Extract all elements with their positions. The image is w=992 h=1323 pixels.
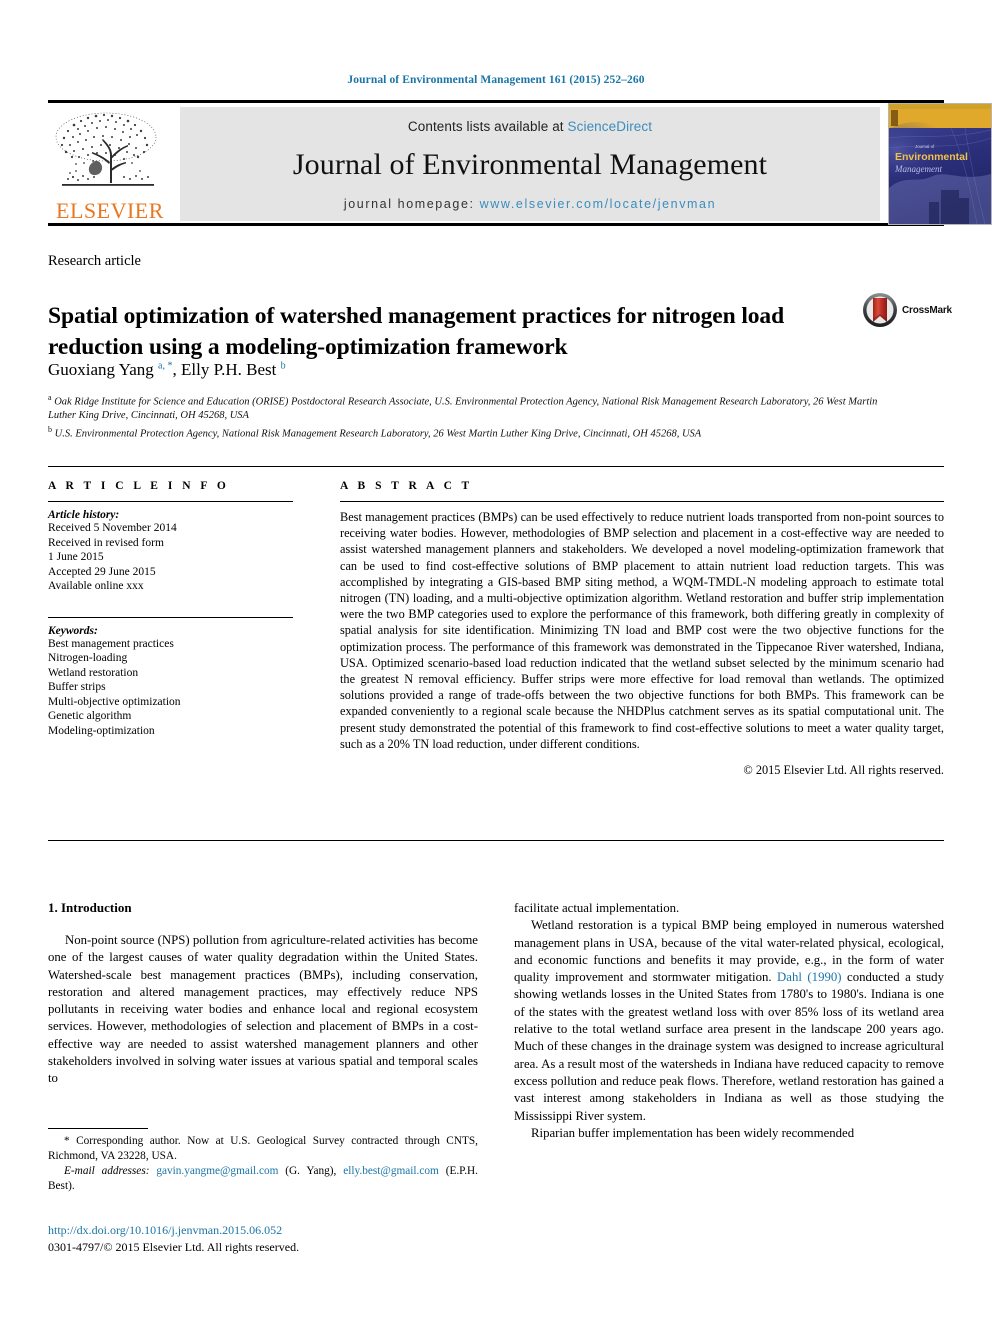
journal-cover-thumbnail[interactable]: Journal of Environmental Management: [888, 103, 992, 225]
article-history-label: Article history:: [48, 509, 120, 521]
crossmark-label: CrossMark: [902, 305, 952, 316]
email-link-yang[interactable]: gavin.yangme@gmail.com: [156, 1165, 278, 1177]
issn-copyright-line: 0301-4797/© 2015 Elsevier Ltd. All right…: [48, 1240, 300, 1254]
elsevier-tree-icon: [55, 112, 157, 186]
masthead-bottom-rule: [48, 223, 944, 226]
masthead-body: ELSEVIER Contents lists available at Sci…: [48, 103, 992, 225]
affiliation-marker-b: b: [48, 424, 52, 434]
body-column-left: 1. Introduction Non-point source (NPS) p…: [48, 900, 478, 1088]
doi-block: http://dx.doi.org/10.1016/j.jenvman.2015…: [48, 1222, 478, 1256]
affiliation-marker-a: a: [48, 393, 52, 402]
info-top-rule: [48, 466, 944, 467]
journal-article-page: Journal of Environmental Management 161 …: [0, 0, 992, 1323]
keyword-item: Best management practices: [48, 637, 174, 650]
article-info-heading: A R T I C L E I N F O: [48, 480, 230, 492]
abstract-divider: [340, 501, 944, 502]
wetland-text-b: conducted a study showing wetlands losse…: [514, 970, 944, 1123]
keywords-label: Keywords:: [48, 624, 98, 637]
sciencedirect-link[interactable]: ScienceDirect: [568, 119, 653, 134]
affiliation-a: a Oak Ridge Institute for Science and Ed…: [48, 391, 908, 423]
email-addresses-note: E-mail addresses: gavin.yangme@gmail.com…: [48, 1165, 479, 1192]
email-link-best[interactable]: elly.best@gmail.com: [343, 1165, 439, 1177]
affiliation-b-text: U.S. Environmental Protection Agency, Na…: [54, 428, 702, 439]
journal-masthead: ELSEVIER Contents lists available at Sci…: [48, 100, 992, 226]
journal-homepage-line: journal homepage: www.elsevier.com/locat…: [180, 197, 880, 211]
affiliation-a-text: Oak Ridge Institute for Science and Educ…: [48, 396, 878, 422]
cover-journal-of-text: Journal of: [915, 144, 935, 149]
abstract-panel: A B S T R A C T Best management practice…: [340, 480, 944, 778]
affiliation-b: b U.S. Environmental Protection Agency, …: [48, 423, 908, 441]
corresponding-author-note: * Corresponding author. Now at U.S. Geol…: [48, 1135, 478, 1162]
history-item: Accepted 29 June 2015: [48, 565, 156, 578]
email-owner-yang: (G. Yang): [285, 1165, 334, 1177]
body-paragraph-wetland: Wetland restoration is a typical BMP bei…: [514, 917, 944, 1125]
journal-title: Journal of Environmental Management: [292, 148, 768, 181]
journal-cover-art: Journal of Environmental Management: [889, 104, 991, 224]
author-list: Guoxiang Yang a, *, Elly P.H. Best b: [48, 360, 286, 379]
keyword-item: Wetland restoration: [48, 666, 139, 679]
body-paragraph: Non-point source (NPS) pollution from ag…: [48, 933, 478, 1086]
footnote-block: * Corresponding author. Now at U.S. Geol…: [48, 1134, 478, 1194]
crossmark-badge[interactable]: CrossMark: [862, 292, 952, 332]
cover-environmental-text: Environmental: [895, 151, 968, 163]
article-info-panel: A R T I C L E I N F O Article history: R…: [48, 480, 293, 738]
contents-available-line: Contents lists available at ScienceDirec…: [180, 107, 880, 134]
homepage-prefix: journal homepage:: [343, 197, 480, 211]
body-paragraph-continued: facilitate actual implementation.: [514, 901, 680, 915]
article-type-label: Research article: [48, 253, 141, 269]
journal-homepage-link[interactable]: www.elsevier.com/locate/jenvman: [480, 197, 716, 211]
body-paragraph-riparian: Riparian buffer implementation has been …: [531, 1125, 855, 1140]
keyword-item: Multi-objective optimization: [48, 695, 181, 708]
abstract-text: Best management practices (BMPs) can be …: [340, 510, 944, 751]
keyword-item: Buffer strips: [48, 681, 106, 693]
history-item: Received in revised form: [48, 536, 164, 549]
body-column-right: facilitate actual implementation. Wetlan…: [514, 900, 944, 1142]
running-head: Journal of Environmental Management 161 …: [347, 74, 645, 86]
keywords-block: Keywords: Best management practices Nitr…: [48, 616, 293, 739]
affiliation-list: a Oak Ridge Institute for Science and Ed…: [48, 391, 908, 441]
abstract-heading: A B S T R A C T: [340, 480, 473, 492]
abstract-bottom-rule: [48, 840, 944, 841]
journal-band: Contents lists available at ScienceDirec…: [180, 107, 880, 221]
crossmark-icon: [863, 293, 897, 327]
doi-link[interactable]: http://dx.doi.org/10.1016/j.jenvman.2015…: [48, 1222, 478, 1239]
page-title: Spatial optimization of watershed manage…: [48, 302, 785, 360]
cover-management-text: Management: [894, 164, 942, 174]
keyword-item: Modeling-optimization: [48, 724, 155, 737]
keywords-divider: [48, 616, 293, 618]
elsevier-logo[interactable]: ELSEVIER: [48, 107, 172, 223]
keyword-item: Nitrogen-loading: [48, 652, 128, 664]
history-item: Received 5 November 2014: [48, 522, 177, 534]
citation-link-dahl-1990[interactable]: Dahl (1990): [777, 970, 841, 984]
email-label: E-mail addresses:: [64, 1165, 150, 1177]
section-heading-introduction: 1. Introduction: [48, 900, 132, 915]
contents-prefix: Contents lists available at: [407, 119, 568, 134]
article-history-list: Received 5 November 2014 Received in rev…: [48, 521, 293, 594]
footnote-divider: [48, 1128, 148, 1129]
article-info-divider: [48, 501, 293, 502]
keyword-item: Genetic algorithm: [48, 710, 132, 722]
history-item: Available online xxx: [48, 580, 144, 592]
history-item: 1 June 2015: [48, 551, 104, 563]
elsevier-wordmark: ELSEVIER: [56, 198, 164, 223]
copyright-line: © 2015 Elsevier Ltd. All rights reserved…: [743, 763, 944, 778]
